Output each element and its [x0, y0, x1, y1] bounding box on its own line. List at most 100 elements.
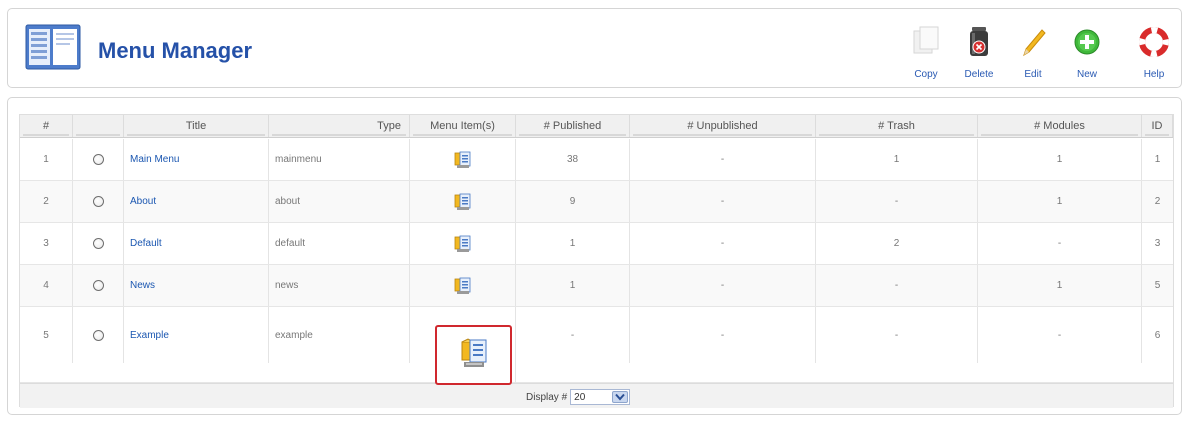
row-title-cell: Main Menu — [124, 139, 269, 180]
row-id: 3 — [1154, 238, 1161, 249]
row-select-radio[interactable] — [92, 280, 104, 291]
new-button[interactable]: New — [1062, 21, 1112, 81]
row-modules: - — [978, 307, 1142, 363]
table-row: 1 Main Menu mainmenu 38 - 1 1 1 — [20, 139, 1173, 181]
edit-button[interactable]: Edit — [1008, 21, 1058, 81]
row-id: 6 — [1154, 329, 1161, 341]
menu-title-link[interactable]: Default — [130, 238, 162, 249]
row-published: 9 — [516, 181, 630, 222]
row-unpublished: - — [630, 223, 816, 264]
table-footer: Display # 20 — [20, 383, 1173, 408]
table-header-row: # Title Type Menu Item(s) # Published # … — [20, 115, 1173, 138]
col-header-menu-items: Menu Item(s) — [410, 115, 516, 137]
row-trash: - — [816, 265, 978, 306]
row-unpublished: - — [630, 139, 816, 180]
menu-items-icon[interactable] — [454, 151, 472, 169]
table-row: 3 Default default 1 - 2 - 3 — [20, 223, 1173, 265]
row-unpublished: - — [630, 265, 816, 306]
display-limit-value: 20 — [574, 391, 586, 403]
row-number: 2 — [20, 181, 73, 222]
plus-circle-icon — [1074, 29, 1100, 55]
row-trash: - — [816, 181, 978, 222]
row-title-cell: News — [124, 265, 269, 306]
row-select-cell — [73, 265, 124, 306]
table-row: 5 Example example - - - - 6 — [20, 307, 1173, 383]
menu-table-panel: # Title Type Menu Item(s) # Published # … — [7, 97, 1182, 415]
row-select-radio[interactable] — [92, 196, 104, 207]
row-select-radio[interactable] — [92, 154, 104, 165]
new-label: New — [1076, 69, 1097, 80]
edit-label: Edit — [1024, 69, 1042, 80]
menu-title-link[interactable]: Example — [130, 330, 169, 341]
menu-title-link[interactable]: News — [130, 280, 155, 291]
menu-manager-icon — [25, 24, 81, 70]
row-number: 5 — [20, 307, 73, 363]
row-modules: 1 — [978, 139, 1142, 180]
col-header-trash: # Trash — [816, 115, 978, 137]
row-type: example — [269, 307, 410, 363]
trash-icon — [970, 27, 988, 56]
row-published: 1 — [516, 223, 630, 264]
row-unpublished: - — [630, 307, 816, 363]
row-trash: - — [816, 307, 978, 363]
menu-title-link[interactable]: About — [130, 196, 156, 207]
delete-label: Delete — [964, 69, 994, 80]
col-header-published: # Published — [516, 115, 630, 137]
row-unpublished: - — [630, 181, 816, 222]
display-label: Display # — [526, 391, 568, 403]
col-header-unpublished: # Unpublished — [630, 115, 816, 137]
col-header-type[interactable]: Type — [269, 115, 410, 137]
col-header-title[interactable]: Title — [124, 115, 269, 137]
copy-label: Copy — [914, 69, 938, 80]
row-title-cell: Example — [124, 307, 269, 363]
pencil-icon — [1023, 29, 1046, 57]
lifebuoy-icon — [1139, 27, 1169, 57]
delete-button[interactable]: Delete — [954, 21, 1004, 81]
row-number: 3 — [20, 223, 73, 264]
row-select-cell — [73, 307, 124, 363]
copy-icon — [913, 26, 939, 54]
table-row: 2 About about 9 - - 1 2 — [20, 181, 1173, 223]
row-type: news — [269, 265, 410, 306]
table-row: 4 News news 1 - - 1 5 — [20, 265, 1173, 307]
copy-button[interactable]: Copy — [901, 21, 951, 81]
row-modules: 1 — [978, 265, 1142, 306]
menu-items-icon[interactable] — [454, 193, 472, 211]
help-label: Help — [1143, 69, 1165, 80]
row-published: - — [516, 307, 630, 363]
row-modules: - — [978, 223, 1142, 264]
row-select-cell — [73, 223, 124, 264]
row-type: about — [269, 181, 410, 222]
row-type: mainmenu — [269, 139, 410, 180]
row-published: 38 — [516, 139, 630, 180]
row-modules: 1 — [978, 181, 1142, 222]
row-title-cell: About — [124, 181, 269, 222]
col-header-id[interactable]: ID — [1142, 115, 1173, 137]
col-header-number[interactable]: # — [20, 115, 73, 137]
row-menu-items-cell — [410, 139, 516, 180]
row-select-radio[interactable] — [92, 329, 104, 341]
page-title: Menu Manager — [98, 38, 253, 63]
menu-items-icon[interactable] — [454, 277, 472, 295]
help-button[interactable]: Help — [1129, 21, 1179, 81]
row-published: 1 — [516, 265, 630, 306]
row-select-cell — [73, 181, 124, 222]
row-trash: 2 — [816, 223, 978, 264]
row-title-cell: Default — [124, 223, 269, 264]
row-id: 5 — [1154, 280, 1161, 291]
row-id: 2 — [1154, 196, 1161, 207]
display-limit-select[interactable]: 20 — [570, 389, 631, 405]
row-id: 1 — [1154, 154, 1161, 165]
row-type: default — [269, 223, 410, 264]
chevron-down-icon — [612, 391, 629, 403]
row-number: 4 — [20, 265, 73, 306]
row-select-cell — [73, 139, 124, 180]
menu-items-icon[interactable] — [454, 235, 472, 253]
row-number: 1 — [20, 139, 73, 180]
row-trash: 1 — [816, 139, 978, 180]
menu-items-icon[interactable] — [460, 338, 490, 370]
col-header-modules: # Modules — [978, 115, 1142, 137]
display-limit: Display # 20 — [526, 389, 631, 405]
row-select-radio[interactable] — [92, 238, 104, 249]
menu-title-link[interactable]: Main Menu — [130, 154, 179, 165]
